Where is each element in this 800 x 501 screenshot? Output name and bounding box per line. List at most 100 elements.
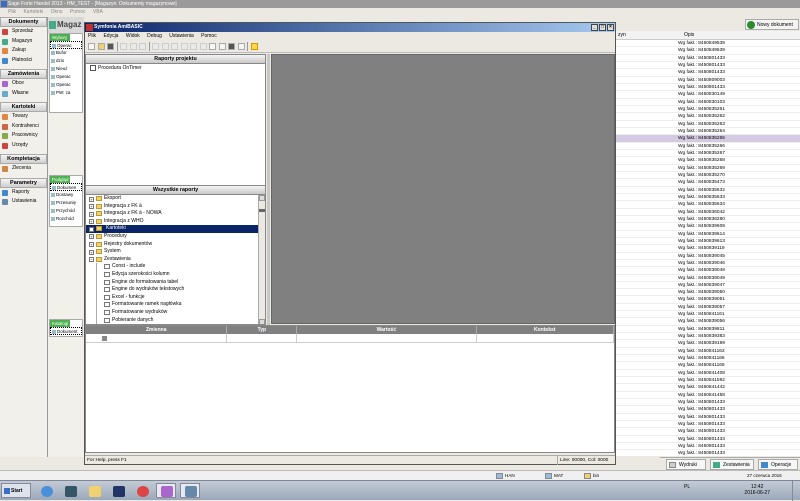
nav-section-zamowienia[interactable]: Zamówienia — [0, 69, 47, 79]
expand-toggle-icon[interactable]: + — [89, 211, 94, 217]
column-header-kontekst[interactable]: Kontekst — [477, 326, 614, 334]
reports-tree[interactable]: + Eksport + Integracja z FK ä + Integracja z … — [86, 195, 265, 324]
nav-item-obce[interactable]: Obce — [0, 79, 47, 89]
table-row[interactable]: Wg fakt.: 8450801433 — [616, 428, 800, 436]
show-desktop-button[interactable] — [792, 481, 800, 501]
column-header[interactable]: zyn — [618, 31, 626, 40]
table-row[interactable]: Wg fakt.: 8450841161 — [616, 311, 800, 319]
new-file-icon[interactable] — [88, 43, 95, 50]
tree-item[interactable]: Pobieranie danych — [86, 316, 265, 324]
nav-item-wlasne[interactable]: Własne — [0, 89, 47, 99]
run-icon[interactable] — [228, 43, 235, 50]
table-row[interactable]: Wg fakt.: 8450801433 — [616, 406, 800, 414]
taskbar-amibasic[interactable] — [180, 483, 200, 498]
table-row[interactable]: Wg fakt.: 8450835267 — [616, 150, 800, 158]
menu-ustawienia[interactable]: Ustawienia — [169, 33, 193, 39]
view-item[interactable]: Przesunię — [50, 199, 82, 207]
table-row[interactable]: Wg fakt.: 8450839057 — [616, 304, 800, 312]
table-row[interactable]: Wg fakt.: 8450849539 — [616, 47, 800, 55]
table-row[interactable]: Wg fakt.: 8450835632 — [616, 187, 800, 194]
document-list[interactable]: Wg fakt.: 8450849539 Wg fakt.: 8450849539… — [616, 40, 800, 456]
table-row[interactable]: Wg fakt.: 8450801433 — [616, 414, 800, 422]
filter-item[interactable]: Nieuż — [50, 65, 82, 73]
print-icon[interactable] — [218, 43, 226, 50]
taskbar-chrome[interactable] — [132, 483, 152, 498]
table-row[interactable]: Wg fakt.: 8450839609 — [616, 223, 800, 231]
table-row[interactable]: Wg fakt.: 8450839051 — [616, 296, 800, 304]
table-row[interactable]: Wg fakt.: 8450836280 — [616, 216, 800, 224]
menu-plik[interactable]: Plik — [88, 33, 96, 39]
catalog-item[interactable]: Dokument — [50, 327, 82, 335]
view-item[interactable]: Rozchód — [50, 215, 82, 223]
filter-item[interactable]: Operac — [50, 41, 82, 49]
table-row[interactable]: Wg fakt.: 8450839383 — [616, 333, 800, 341]
tree-item[interactable]: + Integracja z FK ä — [86, 203, 265, 211]
tree-item[interactable]: + Eksport — [86, 195, 265, 203]
table-row[interactable]: Wg fakt.: 8450809003 — [616, 77, 800, 84]
table-row[interactable]: Wg fakt.: 8450841442 — [616, 384, 800, 392]
table-row[interactable]: Wg fakt.: 8450835633 — [616, 194, 800, 202]
nav-item-zakup[interactable]: Zakup — [0, 46, 47, 56]
tree-item[interactable]: Formatowanie ramek nagłówka — [86, 301, 265, 309]
table-row[interactable]: Wg fakt.: 8450839811 — [616, 326, 800, 334]
nav-item-sprzedaz[interactable]: Sprzedaż — [0, 27, 47, 37]
tab-zestawienia[interactable]: Zestawienia — [710, 459, 754, 470]
tree-item[interactable]: + Rejestry dokumentów — [86, 241, 265, 249]
column-header-zmienna[interactable]: Zmienna — [86, 326, 228, 334]
table-row[interactable]: Wg fakt.: 8450839047 — [616, 282, 800, 290]
tree-item[interactable]: + Integracja z WHO — [86, 218, 265, 226]
outdent-icon[interactable] — [161, 43, 169, 50]
help-icon[interactable] — [250, 43, 258, 50]
nav-item-urzedy[interactable]: Urzędy — [0, 141, 47, 151]
table-row[interactable]: Wg fakt.: 8450835269 — [616, 165, 800, 172]
table-row[interactable]: Wg fakt.: 8450839056 — [616, 318, 800, 326]
tree-item[interactable]: + Kartoteki — [86, 225, 265, 233]
system-clock[interactable]: 12:42 2016-06-27 — [744, 484, 770, 496]
tree-item[interactable]: + Integracja z FK ä - NOWA — [86, 210, 265, 218]
main-menu-kartoteki[interactable]: Kartoteki — [23, 9, 43, 15]
nav-section-kartoteki[interactable]: Kartoteki — [0, 102, 47, 112]
table-row[interactable]: Wg fakt.: 8450839050 — [616, 289, 800, 297]
table-row[interactable]: Wg fakt.: 8450836042 — [616, 209, 800, 216]
table-row[interactable]: Wg fakt.: 8450835266 — [616, 143, 800, 150]
comment-icon[interactable] — [171, 43, 178, 50]
table-row[interactable]: Wg fakt.: 8450841592 — [616, 377, 800, 385]
variable-row[interactable] — [86, 334, 614, 343]
table-row[interactable]: Wg fakt.: 8450841163 — [616, 348, 800, 356]
new-document-button[interactable]: Nowy dokument — [745, 19, 799, 30]
scroll-thumb[interactable] — [259, 209, 265, 212]
nav-section-parametry[interactable]: Parametry — [0, 177, 47, 188]
table-row[interactable]: Wg fakt.: 8450849539 — [616, 40, 800, 48]
nav-section-kompletacja[interactable]: Kompletacja — [0, 154, 47, 164]
table-row[interactable]: Wg fakt.: 8450839049 — [616, 275, 800, 282]
tab-operacje[interactable]: Operacje — [758, 459, 798, 470]
expand-toggle-icon[interactable]: + — [89, 249, 94, 255]
table-row[interactable]: Wg fakt.: 8450835262 — [616, 113, 800, 121]
nav-item-towary[interactable]: Towary — [0, 112, 47, 122]
table-row[interactable]: Wg fakt.: 8450835265 — [616, 135, 800, 143]
open-folder-icon[interactable] — [97, 43, 105, 50]
save-icon[interactable] — [107, 43, 114, 50]
tree-item[interactable]: + System — [86, 248, 265, 256]
expand-toggle-icon[interactable]: − — [89, 257, 94, 263]
tree-item[interactable]: Formatowanie wydruków — [86, 308, 265, 317]
variable-name-cell[interactable] — [86, 334, 228, 343]
table-row[interactable]: Wg fakt.: 8450835264 — [616, 128, 800, 136]
table-row[interactable]: Wg fakt.: 8450841169 — [616, 362, 800, 370]
copy-icon[interactable] — [129, 43, 137, 50]
nav-item-pracownicy[interactable]: Pracownicy — [0, 131, 47, 141]
table-row[interactable]: Wg fakt.: 8450841166 — [616, 355, 800, 363]
table-row[interactable]: Wg fakt.: 8450841408 — [616, 370, 800, 378]
table-row[interactable]: Wg fakt.: 8450801433 — [616, 450, 800, 456]
taskbar-sage[interactable] — [156, 483, 176, 498]
find-icon[interactable] — [199, 43, 207, 50]
filter-item[interactable]: dzis — [50, 57, 82, 65]
project-report-item[interactable]: Procedura OnTimer — [86, 64, 265, 72]
tree-item[interactable]: Engine do wydruków tekstowych — [86, 286, 265, 294]
table-row[interactable]: Wg fakt.: 8450835263 — [616, 121, 800, 128]
main-menu-pomoc[interactable]: Pomoc — [70, 9, 86, 15]
column-header-typ[interactable]: Typ — [227, 326, 298, 334]
taskbar-app4[interactable] — [108, 483, 128, 498]
tree-item[interactable]: Excel - funkcje — [86, 293, 265, 302]
column-header[interactable]: Opis — [684, 31, 694, 40]
